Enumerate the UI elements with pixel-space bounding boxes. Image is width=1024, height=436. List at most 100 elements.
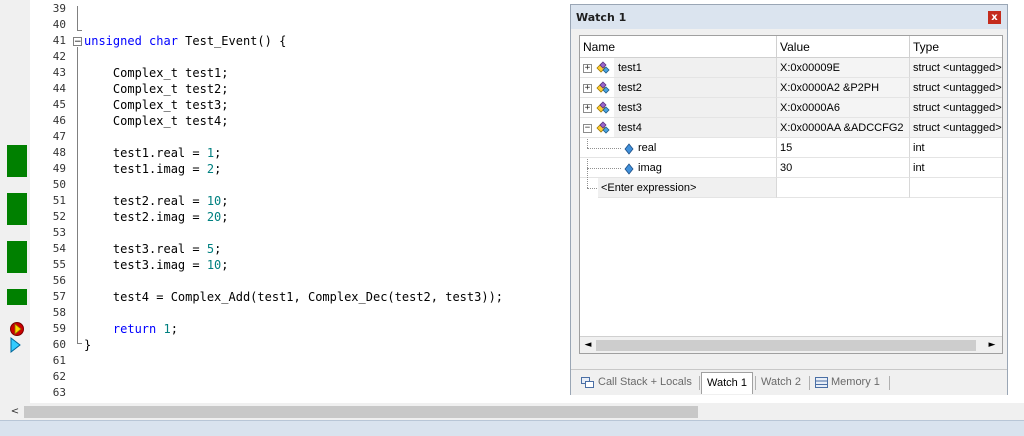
struct-variable-icon bbox=[595, 60, 611, 74]
watch-value-cell[interactable]: X:0x0000A6 bbox=[777, 98, 910, 118]
line-number: 43 bbox=[52, 66, 66, 79]
watch-title-bar[interactable]: Watch 1 x bbox=[571, 5, 1007, 29]
line-number: 46 bbox=[52, 114, 66, 127]
line-number: 59 bbox=[52, 322, 66, 335]
scroll-left-arrow-icon[interactable]: < bbox=[8, 404, 22, 419]
column-header-type[interactable]: Type bbox=[910, 36, 1002, 58]
watch-row[interactable]: imag 30 int bbox=[580, 158, 1002, 178]
watch-value-cell[interactable]: X:0x0000A2 &P2PH bbox=[777, 78, 910, 98]
tree-line bbox=[587, 168, 589, 188]
expand-icon[interactable]: + bbox=[583, 84, 592, 93]
fold-collapse-icon[interactable]: − bbox=[73, 37, 82, 47]
watch-row[interactable]: + test2 X:0x0000A2 &P2PH struct <untagged> bbox=[580, 78, 1002, 98]
watch-type-cell: int bbox=[910, 158, 1002, 178]
watch-name-cell[interactable]: real bbox=[580, 138, 777, 158]
struct-variable-icon bbox=[595, 100, 611, 114]
watch-type-cell: struct <untagged> bbox=[910, 118, 1002, 138]
line-number: 48 bbox=[52, 146, 66, 159]
watch-grid[interactable]: Name Value Type + test1 X:0x00009E struct <… bbox=[579, 35, 1003, 354]
breakpoint-icon[interactable] bbox=[9, 321, 25, 337]
code-line[interactable]: unsigned char Test_Event() { bbox=[84, 33, 286, 49]
field-variable-icon bbox=[624, 162, 634, 175]
watch-value-cell[interactable]: 30 bbox=[777, 158, 910, 178]
code-line[interactable]: } bbox=[84, 337, 91, 353]
code-line[interactable]: Complex_t test2; bbox=[84, 81, 229, 97]
watch-variable-name: test4 bbox=[618, 122, 642, 134]
watch-name-cell[interactable]: + test3 bbox=[580, 98, 777, 118]
watch-window[interactable]: Watch 1 x Name Value Type + test1 X:0x0000… bbox=[570, 4, 1008, 395]
line-number: 50 bbox=[52, 178, 66, 191]
watch-row-new[interactable]: <Enter expression> bbox=[580, 168, 1002, 198]
watch-value-cell[interactable]: X:0x00009E bbox=[777, 58, 910, 78]
line-number: 58 bbox=[52, 306, 66, 319]
code-token: } bbox=[84, 338, 92, 352]
number-token: 10 bbox=[206, 258, 222, 272]
code-token: test3.imag = bbox=[84, 258, 207, 272]
executed-line-marker bbox=[7, 289, 27, 305]
watch-horizontal-scrollbar[interactable]: ◄ ► bbox=[580, 336, 1002, 353]
line-number: 52 bbox=[52, 210, 66, 223]
current-line-arrow-icon bbox=[10, 337, 21, 353]
watch-name-cell[interactable]: imag bbox=[580, 158, 777, 178]
scrollbar-thumb[interactable] bbox=[596, 340, 976, 351]
line-number: 55 bbox=[52, 258, 66, 271]
watch-variable-name: real bbox=[638, 142, 657, 154]
editor-horizontal-scrollbar[interactable]: < bbox=[0, 403, 1024, 420]
scrollbar-thumb[interactable] bbox=[24, 406, 698, 418]
watch-name-cell[interactable]: + test1 bbox=[580, 58, 777, 78]
code-line[interactable]: return 1; bbox=[84, 321, 178, 337]
number-token: 1 bbox=[163, 322, 171, 336]
watch-value-cell[interactable]: 15 bbox=[777, 138, 910, 158]
line-number: 63 bbox=[52, 386, 66, 399]
fold-guide-end bbox=[77, 343, 82, 344]
code-line[interactable]: Complex_t test1; bbox=[84, 65, 229, 81]
code-line[interactable]: Complex_t test4; bbox=[84, 113, 229, 129]
line-number: 53 bbox=[52, 226, 66, 239]
code-line[interactable]: Complex_t test3; bbox=[84, 97, 229, 113]
watch-row[interactable]: − test4 X:0x0000AA &ADCCFG2 struct <untagge… bbox=[580, 118, 1002, 138]
code-line[interactable]: test3.imag = 10; bbox=[84, 257, 229, 273]
code-token: test2.real = bbox=[84, 194, 207, 208]
watch-name-cell[interactable]: + test2 bbox=[580, 78, 777, 98]
watch-tab-bar: Call Stack + Locals Watch 1 Watch 2 Memo… bbox=[571, 369, 1007, 395]
column-header-name[interactable]: Name bbox=[580, 36, 777, 58]
watch-value-cell[interactable]: X:0x0000AA &ADCCFG2 bbox=[777, 118, 910, 138]
watch-name-cell[interactable]: − test4 bbox=[580, 118, 777, 138]
number-token: 10 bbox=[206, 194, 222, 208]
line-number: 61 bbox=[52, 354, 66, 367]
code-token: ; bbox=[221, 258, 229, 272]
collapse-icon[interactable]: − bbox=[583, 124, 592, 133]
fold-guide-line bbox=[77, 47, 78, 343]
line-number: 41 bbox=[52, 34, 66, 47]
code-token: Complex_t test2; bbox=[84, 82, 229, 96]
executed-line-marker bbox=[7, 241, 27, 257]
code-line[interactable]: test2.real = 10; bbox=[84, 193, 229, 209]
line-number: 51 bbox=[52, 194, 66, 207]
enter-expression-field[interactable]: <Enter expression> bbox=[598, 178, 777, 198]
close-icon[interactable]: x bbox=[988, 11, 1001, 24]
line-number: 47 bbox=[52, 130, 66, 143]
line-number: 60 bbox=[52, 338, 66, 351]
expand-icon[interactable]: + bbox=[583, 104, 592, 113]
number-token: 5 bbox=[206, 242, 215, 256]
code-token: test3.real = bbox=[84, 242, 207, 256]
line-number-column: 39 40 41 42 43 44 45 46 47 48 49 50 51 52 53 54 55 56 57 58… bbox=[30, 0, 70, 403]
code-line[interactable]: test1.imag = 2; bbox=[84, 161, 221, 177]
watch-row[interactable]: real 15 int bbox=[580, 138, 1002, 158]
expand-icon[interactable]: + bbox=[583, 64, 592, 73]
watch-row[interactable]: + test1 X:0x00009E struct <untagged> bbox=[580, 58, 1002, 78]
code-line[interactable]: test1.real = 1; bbox=[84, 145, 221, 161]
tab-watch-2[interactable]: Watch 2 bbox=[761, 373, 801, 392]
scroll-right-arrow-icon[interactable]: ► bbox=[986, 339, 998, 352]
column-header-value[interactable]: Value bbox=[777, 36, 910, 58]
watch-row[interactable]: + test3 X:0x0000A6 struct <untagged> bbox=[580, 98, 1002, 118]
tab-label: Call Stack + Locals bbox=[598, 376, 692, 388]
tab-watch-1[interactable]: Watch 1 bbox=[701, 372, 753, 394]
watch-type-cell bbox=[910, 178, 1002, 198]
executed-line-marker bbox=[7, 161, 27, 177]
scroll-left-arrow-icon[interactable]: ◄ bbox=[582, 339, 594, 352]
code-line[interactable]: test4 = Complex_Add(test1, Complex_Dec(t… bbox=[84, 289, 503, 305]
code-line[interactable]: test2.imag = 20; bbox=[84, 209, 229, 225]
code-line[interactable]: test3.real = 5; bbox=[84, 241, 221, 257]
